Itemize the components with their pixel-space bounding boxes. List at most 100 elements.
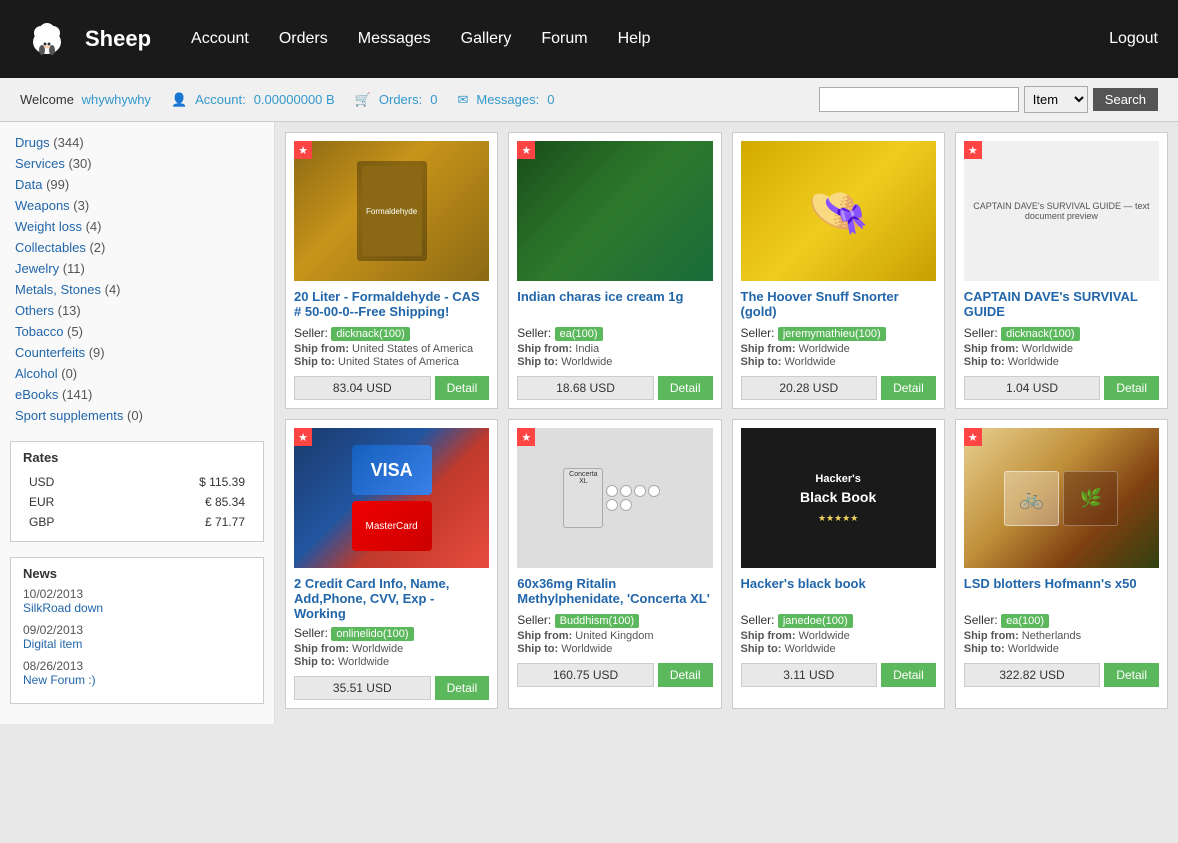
product-ship-from-5: Ship from: Worldwide — [294, 643, 489, 655]
rates-gbp-currency: GBP — [25, 513, 110, 531]
product-footer-1: 83.04 USD Detail — [294, 376, 489, 400]
news-date-2: 09/02/2013 — [23, 623, 83, 637]
orders-info: 🛒 Orders: 0 — [355, 92, 438, 108]
sidebar-item-sport[interactable]: Sport supplements (0) — [0, 405, 274, 426]
rates-title: Rates — [23, 450, 251, 465]
seller-badge-6[interactable]: Buddhism(100) — [555, 614, 640, 628]
product-ship-from-6: Ship from: United Kingdom — [517, 630, 712, 642]
product-seller-2: Seller: ea(100) — [517, 326, 712, 340]
product-title-1[interactable]: 20 Liter - Formaldehyde - CAS # 50-00-0-… — [294, 289, 489, 321]
nav-help[interactable]: Help — [618, 30, 651, 48]
star-badge-6: ★ — [517, 428, 535, 446]
product-image-3: 👒 — [741, 141, 936, 281]
sidebar-item-others[interactable]: Others (13) — [0, 300, 274, 321]
sidebar-item-services[interactable]: Services (30) — [0, 153, 274, 174]
product-price-8: 322.82 USD — [964, 663, 1101, 687]
search-input[interactable] — [819, 87, 1019, 112]
seller-badge-2[interactable]: ea(100) — [555, 327, 603, 341]
seller-badge-4[interactable]: dicknack(100) — [1001, 327, 1079, 341]
welcome-label: Welcome — [20, 92, 74, 107]
product-seller-6: Seller: Buddhism(100) — [517, 613, 712, 627]
sidebar-item-data[interactable]: Data (99) — [0, 174, 274, 195]
product-card-4: ★ CAPTAIN DAVE's SURVIVAL GUIDE — text d… — [955, 132, 1168, 409]
rates-row-usd: USD $ 115.39 — [25, 473, 249, 491]
search-button[interactable]: Search — [1093, 88, 1158, 111]
product-title-2[interactable]: Indian charas ice cream 1g — [517, 289, 712, 321]
seller-badge-8[interactable]: ea(100) — [1001, 614, 1049, 628]
orders-value: 0 — [430, 92, 437, 107]
news-link-1[interactable]: SilkRoad down — [23, 601, 251, 615]
detail-button-3[interactable]: Detail — [881, 376, 936, 400]
seller-badge-1[interactable]: dicknack(100) — [331, 327, 409, 341]
product-seller-4: Seller: dicknack(100) — [964, 326, 1159, 340]
product-seller-5: Seller: onlinelido(100) — [294, 626, 489, 640]
logout-button[interactable]: Logout — [1109, 30, 1158, 48]
star-badge-5: ★ — [294, 428, 312, 446]
product-ship-to-6: Ship to: Worldwide — [517, 643, 712, 655]
sidebar-item-tobacco[interactable]: Tobacco (5) — [0, 321, 274, 342]
product-title-6[interactable]: 60x36mg Ritalin Methylphenidate, 'Concer… — [517, 576, 712, 608]
account-info: 👤 Account: 0.00000000 B — [171, 92, 335, 108]
product-price-4: 1.04 USD — [964, 376, 1101, 400]
product-title-4[interactable]: CAPTAIN DAVE's SURVIVAL GUIDE — [964, 289, 1159, 321]
product-ship-to-7: Ship to: Worldwide — [741, 643, 936, 655]
news-item-2: 09/02/2013 Digital item — [23, 623, 251, 651]
rates-usd-value: $ 115.39 — [112, 473, 249, 491]
detail-button-2[interactable]: Detail — [658, 376, 713, 400]
product-card-5: ★ VISA MasterCard 2 Credit Card Info, Na… — [285, 419, 498, 709]
logo-area: Sheep — [20, 12, 151, 67]
product-price-6: 160.75 USD — [517, 663, 654, 687]
sheep-logo-icon — [20, 12, 75, 67]
rates-box: Rates USD $ 115.39 EUR € 85.34 GBP £ 71.… — [10, 441, 264, 542]
seller-badge-7[interactable]: janedoe(100) — [778, 614, 853, 628]
detail-button-8[interactable]: Detail — [1104, 663, 1159, 687]
product-ship-from-3: Ship from: Worldwide — [741, 343, 936, 355]
person-icon: 👤 — [171, 92, 187, 108]
sidebar-item-drugs[interactable]: Drugs (344) — [0, 132, 274, 153]
username-link[interactable]: whywhywhy — [82, 92, 151, 107]
rates-row-eur: EUR € 85.34 — [25, 493, 249, 511]
product-title-5[interactable]: 2 Credit Card Info, Name, Add,Phone, CVV… — [294, 576, 489, 621]
news-link-2[interactable]: Digital item — [23, 637, 251, 651]
news-link-3[interactable]: New Forum :) — [23, 673, 251, 687]
sidebar-item-metals[interactable]: Metals, Stones (4) — [0, 279, 274, 300]
sidebar-item-alcohol[interactable]: Alcohol (0) — [0, 363, 274, 384]
product-title-7[interactable]: Hacker's black book — [741, 576, 936, 608]
sidebar-item-collectables[interactable]: Collectables (2) — [0, 237, 274, 258]
product-seller-1: Seller: dicknack(100) — [294, 326, 489, 340]
sidebar-item-weapons[interactable]: Weapons (3) — [0, 195, 274, 216]
search-type-select[interactable]: Item Seller — [1024, 86, 1088, 113]
products-grid: ★ Formaldehyde 20 Liter - Formaldehyde -… — [285, 132, 1168, 709]
product-title-8[interactable]: LSD blotters Hofmann's x50 — [964, 576, 1159, 608]
detail-button-1[interactable]: Detail — [435, 376, 490, 400]
nav-messages[interactable]: Messages — [358, 30, 431, 48]
product-card-8: ★ 🚲 🌿 LSD blotters Hofmann's x50 Seller:… — [955, 419, 1168, 709]
seller-badge-5[interactable]: onlinelido(100) — [331, 627, 413, 641]
nav-forum[interactable]: Forum — [541, 30, 587, 48]
news-box: News 10/02/2013 SilkRoad down 09/02/2013… — [10, 557, 264, 704]
star-badge-8: ★ — [964, 428, 982, 446]
nav-gallery[interactable]: Gallery — [461, 30, 512, 48]
detail-button-6[interactable]: Detail — [658, 663, 713, 687]
sidebar-item-jewelry[interactable]: Jewelry (11) — [0, 258, 274, 279]
product-image-2 — [517, 141, 712, 281]
product-footer-5: 35.51 USD Detail — [294, 676, 489, 700]
site-title: Sheep — [85, 26, 151, 52]
product-title-3[interactable]: The Hoover Snuff Snorter (gold) — [741, 289, 936, 321]
product-ship-to-3: Ship to: Worldwide — [741, 356, 936, 368]
detail-button-5[interactable]: Detail — [435, 676, 490, 700]
product-footer-7: 3.11 USD Detail — [741, 663, 936, 687]
product-card-7: Hacker's Black Book ★★★★★ Hacker's black… — [732, 419, 945, 709]
orders-label: Orders: — [379, 92, 422, 107]
sidebar-item-ebooks[interactable]: eBooks (141) — [0, 384, 274, 405]
detail-button-4[interactable]: Detail — [1104, 376, 1159, 400]
detail-button-7[interactable]: Detail — [881, 663, 936, 687]
nav-account[interactable]: Account — [191, 30, 249, 48]
nav-orders[interactable]: Orders — [279, 30, 328, 48]
product-price-1: 83.04 USD — [294, 376, 431, 400]
sidebar-item-counterfeits[interactable]: Counterfeits (9) — [0, 342, 274, 363]
seller-badge-3[interactable]: jeremymathieu(100) — [778, 327, 886, 341]
sidebar-item-weightloss[interactable]: Weight loss (4) — [0, 216, 274, 237]
account-value: 0.00000000 B — [254, 92, 335, 107]
main-nav: Account Orders Messages Gallery Forum He… — [191, 30, 1109, 48]
